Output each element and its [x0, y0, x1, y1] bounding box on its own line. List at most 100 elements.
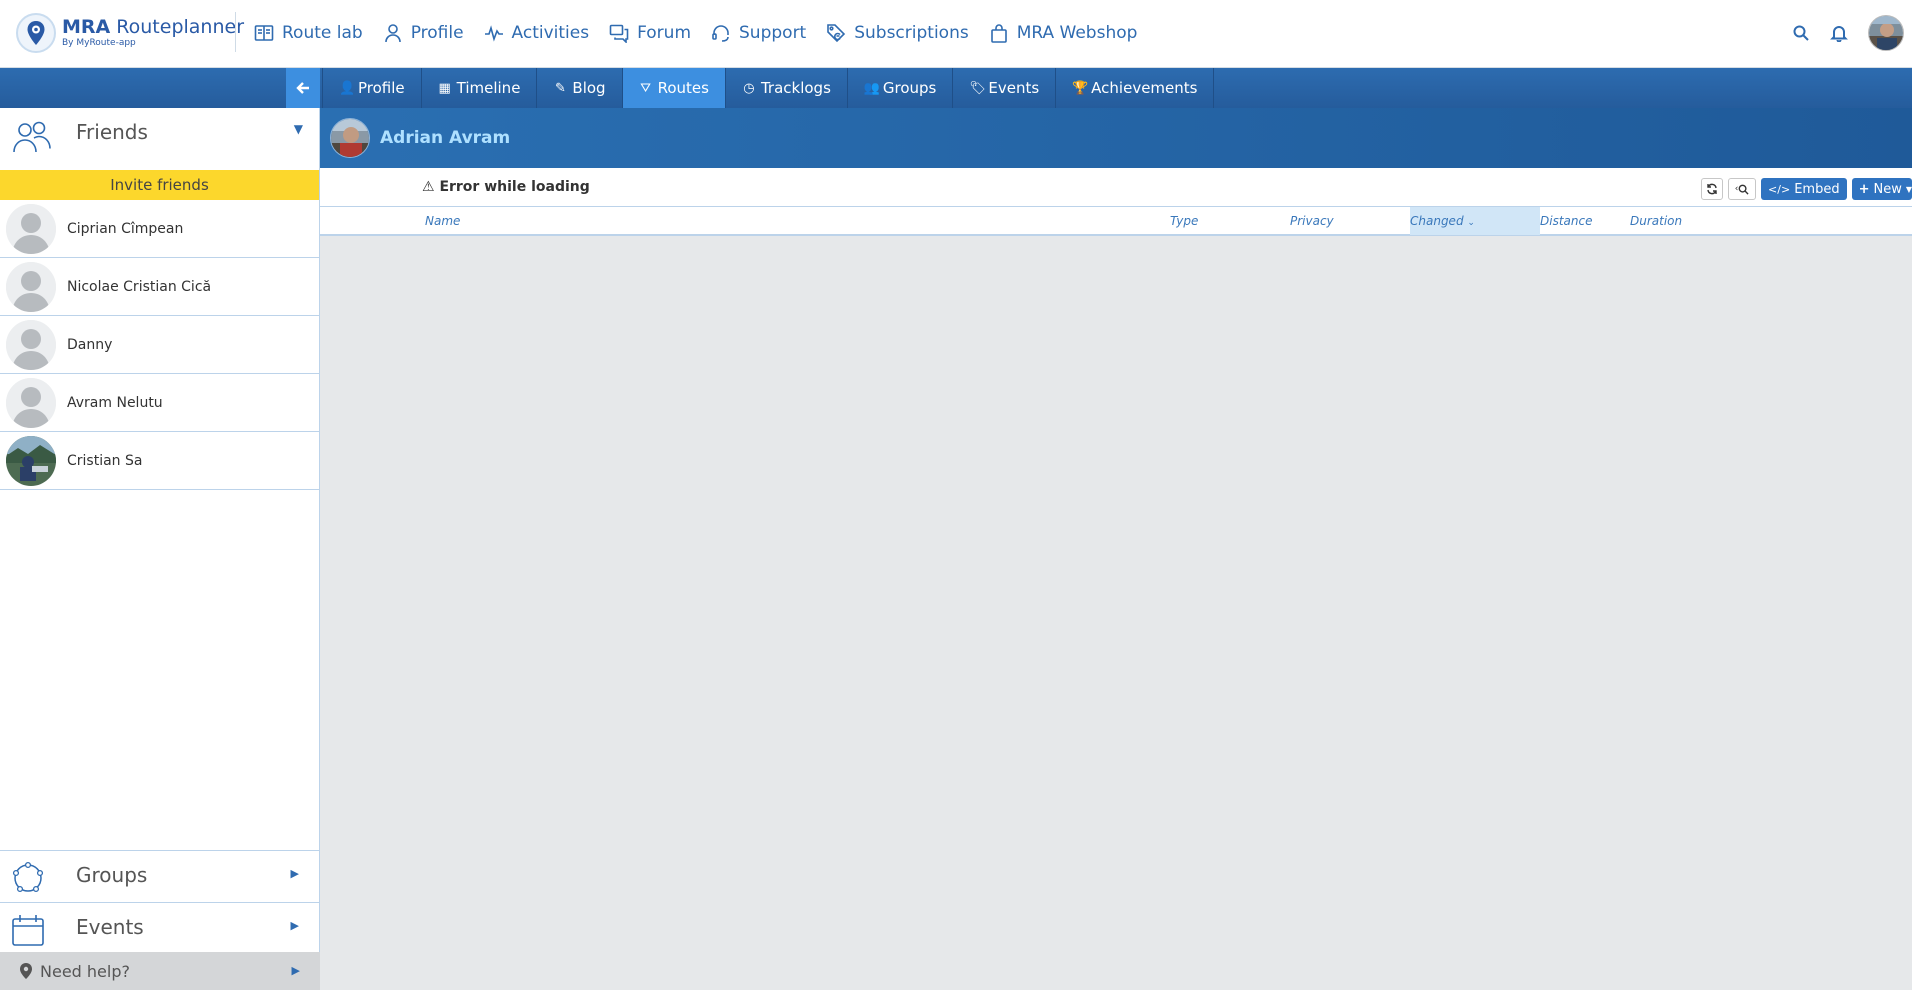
tab-label: Groups: [882, 79, 937, 97]
plus-icon: +: [1858, 181, 1870, 197]
logo-subtitle: By MyRoute-app: [62, 38, 136, 48]
caret-down-icon: ▼: [1905, 184, 1912, 194]
caret-right-icon: ▶: [291, 964, 300, 977]
need-help-bar[interactable]: Need help? ▶: [0, 952, 320, 990]
tab-achievements[interactable]: 🏆 Achievements: [1056, 68, 1215, 108]
column-duration[interactable]: Duration: [1630, 207, 1682, 235]
friend-name: Danny: [67, 336, 113, 353]
main-nav: Route lab Profile Activities Forum Suppo…: [254, 0, 1157, 66]
nav-forum[interactable]: Forum: [609, 23, 691, 43]
new-button[interactable]: + New ▼: [1851, 178, 1912, 200]
main-content: Adrian Avram ⚠ Error while loading ‹ </>…: [320, 108, 1912, 990]
tab-label: Events: [988, 79, 1040, 97]
groups-section[interactable]: Groups ▶: [0, 850, 319, 902]
tab-label: Timeline: [456, 79, 521, 97]
embed-button[interactable]: </> Embed: [1761, 178, 1847, 200]
chevron-down-icon: ⌄: [1467, 218, 1475, 228]
tab-groups[interactable]: 👥 Groups: [848, 68, 954, 108]
tab-label: Profile: [358, 79, 405, 97]
routes-toolbar: ⚠ Error while loading ‹ </> Embed + New …: [320, 168, 1912, 206]
nav-route-lab[interactable]: Route lab: [254, 23, 363, 43]
caret-right-icon: ▶: [290, 867, 299, 880]
bell-icon[interactable]: [1830, 24, 1848, 43]
nav-label: Profile: [410, 23, 464, 43]
groups-icon: [12, 861, 44, 893]
back-button[interactable]: [286, 68, 320, 108]
arrow-left-icon: [296, 82, 309, 94]
invite-friends-button[interactable]: Invite friends: [0, 170, 319, 200]
column-type[interactable]: Type: [1170, 207, 1198, 235]
toolbar-actions: ‹ </> Embed + New ▼: [1696, 178, 1912, 200]
events-section[interactable]: Events ▶: [0, 902, 319, 954]
tab-label: Blog: [572, 79, 606, 97]
nav-profile[interactable]: Profile: [383, 23, 464, 43]
nav-activities[interactable]: Activities: [484, 23, 590, 43]
friends-icon: [13, 121, 51, 153]
map-pin-icon: [20, 963, 32, 979]
profile-avatar[interactable]: [330, 118, 370, 158]
trophy-icon: 🏆: [1072, 80, 1089, 96]
friend-item[interactable]: Ciprian Cîmpean: [0, 200, 319, 258]
nav-support[interactable]: Support: [711, 23, 806, 43]
refresh-icon: [1707, 183, 1717, 195]
mra-logo[interactable]: MRA Routeplanner By MyRoute-app: [16, 13, 244, 53]
tab-label: Achievements: [1091, 79, 1198, 97]
embed-label: Embed: [1794, 181, 1840, 197]
code-icon: </>: [1768, 182, 1791, 196]
person-icon: [384, 24, 401, 43]
error-text: Error while loading: [439, 179, 590, 195]
headset-icon: [712, 25, 729, 42]
search-toggle-button[interactable]: ‹: [1728, 178, 1757, 200]
friend-name: Nicolae Cristian Cică: [67, 278, 212, 295]
tab-routes[interactable]: ⛛ Routes: [622, 68, 726, 108]
logo-title: MRA Routeplanner: [62, 16, 245, 38]
column-name[interactable]: Name: [425, 207, 460, 235]
profile-name[interactable]: Adrian Avram: [380, 128, 510, 148]
friend-avatar: [6, 203, 56, 254]
nav-subscriptions[interactable]: Subscriptions: [826, 23, 969, 43]
nav-label: Support: [739, 23, 807, 43]
friends-header[interactable]: Friends ▼: [0, 108, 319, 170]
friend-name: Avram Nelutu: [67, 394, 163, 411]
pulse-icon: [484, 25, 503, 42]
calendar-icon: [12, 915, 44, 946]
nav-webshop[interactable]: MRA Webshop: [989, 23, 1138, 43]
tab-events[interactable]: 🏷 Events: [953, 68, 1057, 108]
friend-avatar: [6, 435, 56, 486]
friend-avatar: [6, 377, 56, 428]
shopping-bag-icon: [990, 24, 1007, 43]
column-changed-label: Changed: [1410, 214, 1464, 228]
friend-avatar: [6, 319, 56, 370]
friends-list: Ciprian Cîmpean Nicolae Cristian Cică Dann…: [0, 200, 319, 490]
events-label: Events: [76, 915, 144, 939]
nav-label: Activities: [511, 23, 590, 43]
tab-timeline[interactable]: ▦ Timeline: [422, 68, 538, 108]
profile-header: Adrian Avram: [320, 108, 1912, 168]
tab-tracklogs[interactable]: ◷ Tracklogs: [726, 68, 848, 108]
map-book-icon: [254, 25, 274, 41]
tab-label: Routes: [657, 79, 709, 97]
column-distance[interactable]: Distance: [1540, 207, 1592, 235]
tab-blog[interactable]: ✎ Blog: [537, 68, 623, 108]
friend-item[interactable]: Nicolae Cristian Cică: [0, 258, 319, 316]
nav-label: Subscriptions: [854, 23, 969, 43]
column-privacy[interactable]: Privacy: [1290, 207, 1334, 235]
friend-item[interactable]: Cristian Sa: [0, 432, 319, 490]
tab-profile[interactable]: 👤 Profile: [322, 68, 422, 108]
logo-divider: [235, 12, 236, 52]
refresh-button[interactable]: [1701, 178, 1724, 200]
friend-item[interactable]: Avram Nelutu: [0, 374, 319, 432]
routes-table-header: Name Type Privacy Changed ⌄ Distance Dur…: [320, 206, 1912, 236]
friend-item[interactable]: Danny: [0, 316, 319, 374]
nav-label: MRA Webshop: [1016, 23, 1138, 43]
column-changed[interactable]: Changed ⌄: [1410, 207, 1540, 235]
search-icon[interactable]: [1792, 24, 1810, 42]
user-avatar[interactable]: [1868, 15, 1904, 51]
warning-icon: ⚠: [422, 179, 435, 195]
user-icon: 👤: [339, 80, 356, 96]
friend-name: Ciprian Cîmpean: [67, 220, 184, 237]
pin-logo-icon: [16, 13, 56, 53]
friend-name: Cristian Sa: [67, 452, 143, 469]
friends-label: Friends: [76, 120, 148, 144]
friend-avatar: [6, 261, 56, 312]
